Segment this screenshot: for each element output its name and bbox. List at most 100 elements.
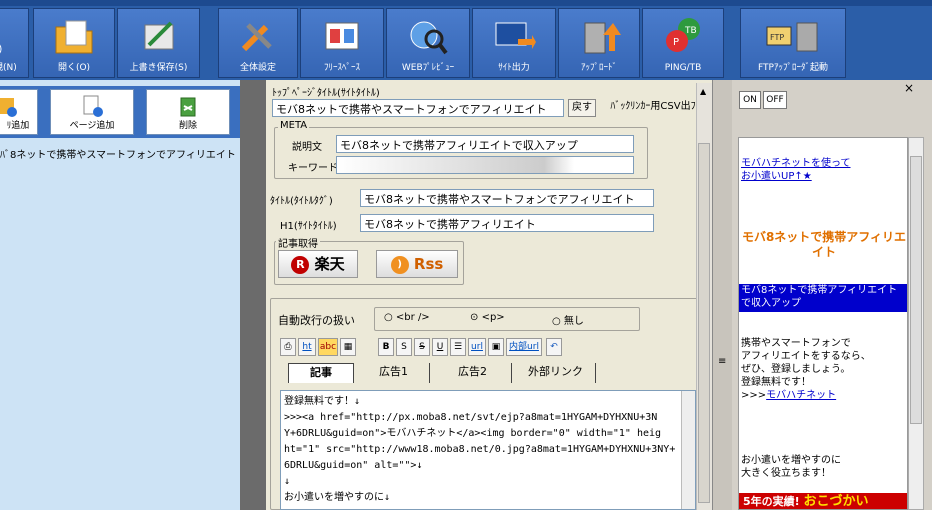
article-group-title: 記事取得 [276,235,320,250]
left-button-label: ﾘ追加 [6,121,30,131]
upload-icon [584,22,621,54]
backlink-csv-button[interactable]: ﾊﾞｯｸﾘﾝｶｰ用CSV出ﾌ [598,99,708,117]
radio-p[interactable]: ⊙ <p> [470,312,505,323]
preview-body-line: ぜひ、登録しましょう。 [741,364,851,375]
left-button-row: ﾘ追加 ページ追加 削除 [0,86,240,138]
trash-icon [180,97,196,117]
color-grid-icon[interactable]: ▦ [340,338,356,356]
editor-form: ﾄｯﾌﾟﾍﾟｰｼﾞﾀｲﾄﾙ(ｻｲﾄﾀｲﾄﾙ) モバ8ネットで携帯やスマートフォン… [266,80,712,510]
format-ht-button[interactable]: ht [298,338,316,356]
open-button[interactable]: 開く(O) [33,8,115,78]
article-editor[interactable]: 登録無料です！↓ >>><a href="http://px.moba8.net… [280,390,696,510]
splitter-grip: ≡ [718,356,727,367]
left-splitter[interactable] [240,80,266,510]
scroll-thumb[interactable] [698,143,710,503]
keyword-label: キーワード [288,163,338,174]
keyword-input[interactable] [336,156,634,174]
preview-link-2[interactable]: お小遣いUP↑★ [741,167,812,182]
internal-url-button[interactable]: 内部url [506,338,542,356]
preview-heading: モバ8ネットで携帯アフィリエイト [741,230,907,259]
list-icon[interactable]: ☰ [450,338,466,356]
preview-body-line: 登録無料です！ [741,377,811,388]
close-icon[interactable]: × [904,81,914,95]
preview-off-button[interactable]: OFF [763,91,787,109]
description-input[interactable]: モバ8ネットで携帯アフィリエイトで収入アップ [336,135,634,153]
tab-article[interactable]: 記事 [288,363,354,383]
editor-line: >>><a href="http://px.moba8.net/svt/ejp?… [284,412,658,423]
editor-line: ↓ [284,476,291,487]
preview-highlight: モバ8ネットで携帯アフィリエイトで収入アップ [739,284,907,312]
bold-button[interactable]: B [378,338,394,356]
save-button[interactable]: 上書き保存(S) [117,8,200,78]
form-scrollbar[interactable]: ▲ [696,83,712,510]
strikethrough-button[interactable]: S [414,338,430,356]
radio-label: 無し [563,316,584,327]
toolbar-strip [0,0,932,6]
strike-s-button[interactable]: S [396,338,412,356]
rss-button[interactable]: ) Rss [376,250,458,278]
tab-ad1[interactable]: 広告1 [358,363,430,383]
toolbar-label: PING/TB [664,63,702,73]
right-splitter[interactable]: ≡ [712,80,732,510]
rakuten-label: 楽天 [314,255,345,273]
add-page-button[interactable]: ページ追加 [50,89,134,135]
underline-button[interactable]: U [432,338,448,356]
title-tag-input[interactable]: モバ8ネットで携帯やスマートフォンでアフィリエイト [360,189,654,207]
preview-body: 携帯やスマートフォンで アフィリエイトをするなら、 ぜひ、登録しましょう。 登録… [741,337,871,402]
site-output-button[interactable]: ｻｲﾄ出力 [472,8,556,78]
main-toolbar: + 新規(N) 開く(O) 上書き保存(S) 全体設定 ﾌﾘｰｽﾍﾟｰｽ WEB… [0,0,932,80]
editor-line: 6DRLU&guid=on" alt="">↓ [284,460,423,471]
site-output-icon [495,22,536,49]
tree-item-site[interactable]: ﾊﾞ8ネットで携帯やスマートフォンでアフィリエイト [0,146,236,161]
svg-text:FTP: FTP [770,33,784,42]
ftp-uploader-icon: FTP [766,22,818,52]
toolbar-label: ｱｯﾌﾟﾛｰﾄﾞ [580,63,617,73]
preview-body-line: アフィリエイトをするなら、 [741,351,871,362]
editor-line: お小遣いを増やすのに↓ [284,492,391,503]
editor-scrollbar[interactable] [681,391,695,509]
web-preview-icon [410,21,448,55]
rakuten-button[interactable]: R 楽天 [278,250,358,278]
undo-icon[interactable]: ↶ [546,338,562,356]
web-preview-button[interactable]: WEBﾌﾟﾚﾋﾞｭｰ [386,8,470,78]
preview-body-line: >>>モバハチネット [741,389,871,402]
description-label: 説明文 [292,142,322,153]
global-settings-button[interactable]: 全体設定 [218,8,298,78]
h1-input[interactable]: モバ8ネットで携帯アフィリエイト [360,214,654,232]
add-category-button[interactable]: ﾘ追加 [0,89,38,135]
auto-break-label: 自動改行の扱い [278,314,355,327]
print-icon[interactable]: ⎙ [280,338,296,356]
preview-body-2: お小遣いを増やすのに 大きく役立ちます！ [741,454,841,480]
preview-body-line: 大きく役立ちます！ [741,468,831,479]
toolbar-label: ﾌﾘｰｽﾍﾟｰｽ [323,63,360,73]
image-icon[interactable]: ▣ [488,338,504,356]
radio-circle: ○ [552,316,561,327]
back-button[interactable]: 戻す [568,99,596,117]
h1-label: H1(ｻｲﾄﾀｲﾄﾙ) [280,221,337,232]
url-button[interactable]: url [468,338,486,356]
preview-banner[interactable]: 5年の実績! おこづかい [739,493,907,509]
radio-none[interactable]: ○ 無し [552,312,584,327]
format-abc-button[interactable]: abc [318,338,338,356]
preview-scrollbar[interactable] [908,137,924,510]
ping-tb-button[interactable]: P TB PING/TB [642,8,724,78]
toolbar-label: 開く(O) [57,63,91,73]
new-button[interactable]: + 新規(N) [0,8,29,78]
toolbar-label: 新規(N) [0,63,17,73]
tab-ad2[interactable]: 広告2 [434,363,512,383]
top-page-title-input[interactable]: モバ8ネットで携帯やスマートフォンでアフィリエイト [272,99,564,117]
preview-on-button[interactable]: ON [739,91,761,109]
preview-body-link[interactable]: モバハチネット [766,390,836,401]
radio-circle: ○ [384,312,393,323]
tab-external-links[interactable]: 外部リンク [516,363,596,383]
radio-label: <br /> [395,312,430,323]
ftp-uploader-button[interactable]: FTP FTPｱｯﾌﾟﾛｰﾀﾞ起動 [740,8,846,78]
preview-scroll-thumb[interactable] [910,156,922,424]
scroll-up-arrow[interactable]: ▲ [700,87,706,96]
delete-button[interactable]: 削除 [146,89,230,135]
upload-button[interactable]: ｱｯﾌﾟﾛｰﾄﾞ [558,8,640,78]
radio-br[interactable]: ○ <br /> [384,312,430,323]
meta-group-title: META [278,120,310,131]
banner-highlight: おこづかい [803,494,869,509]
freespace-button[interactable]: ﾌﾘｰｽﾍﾟｰｽ [300,8,384,78]
